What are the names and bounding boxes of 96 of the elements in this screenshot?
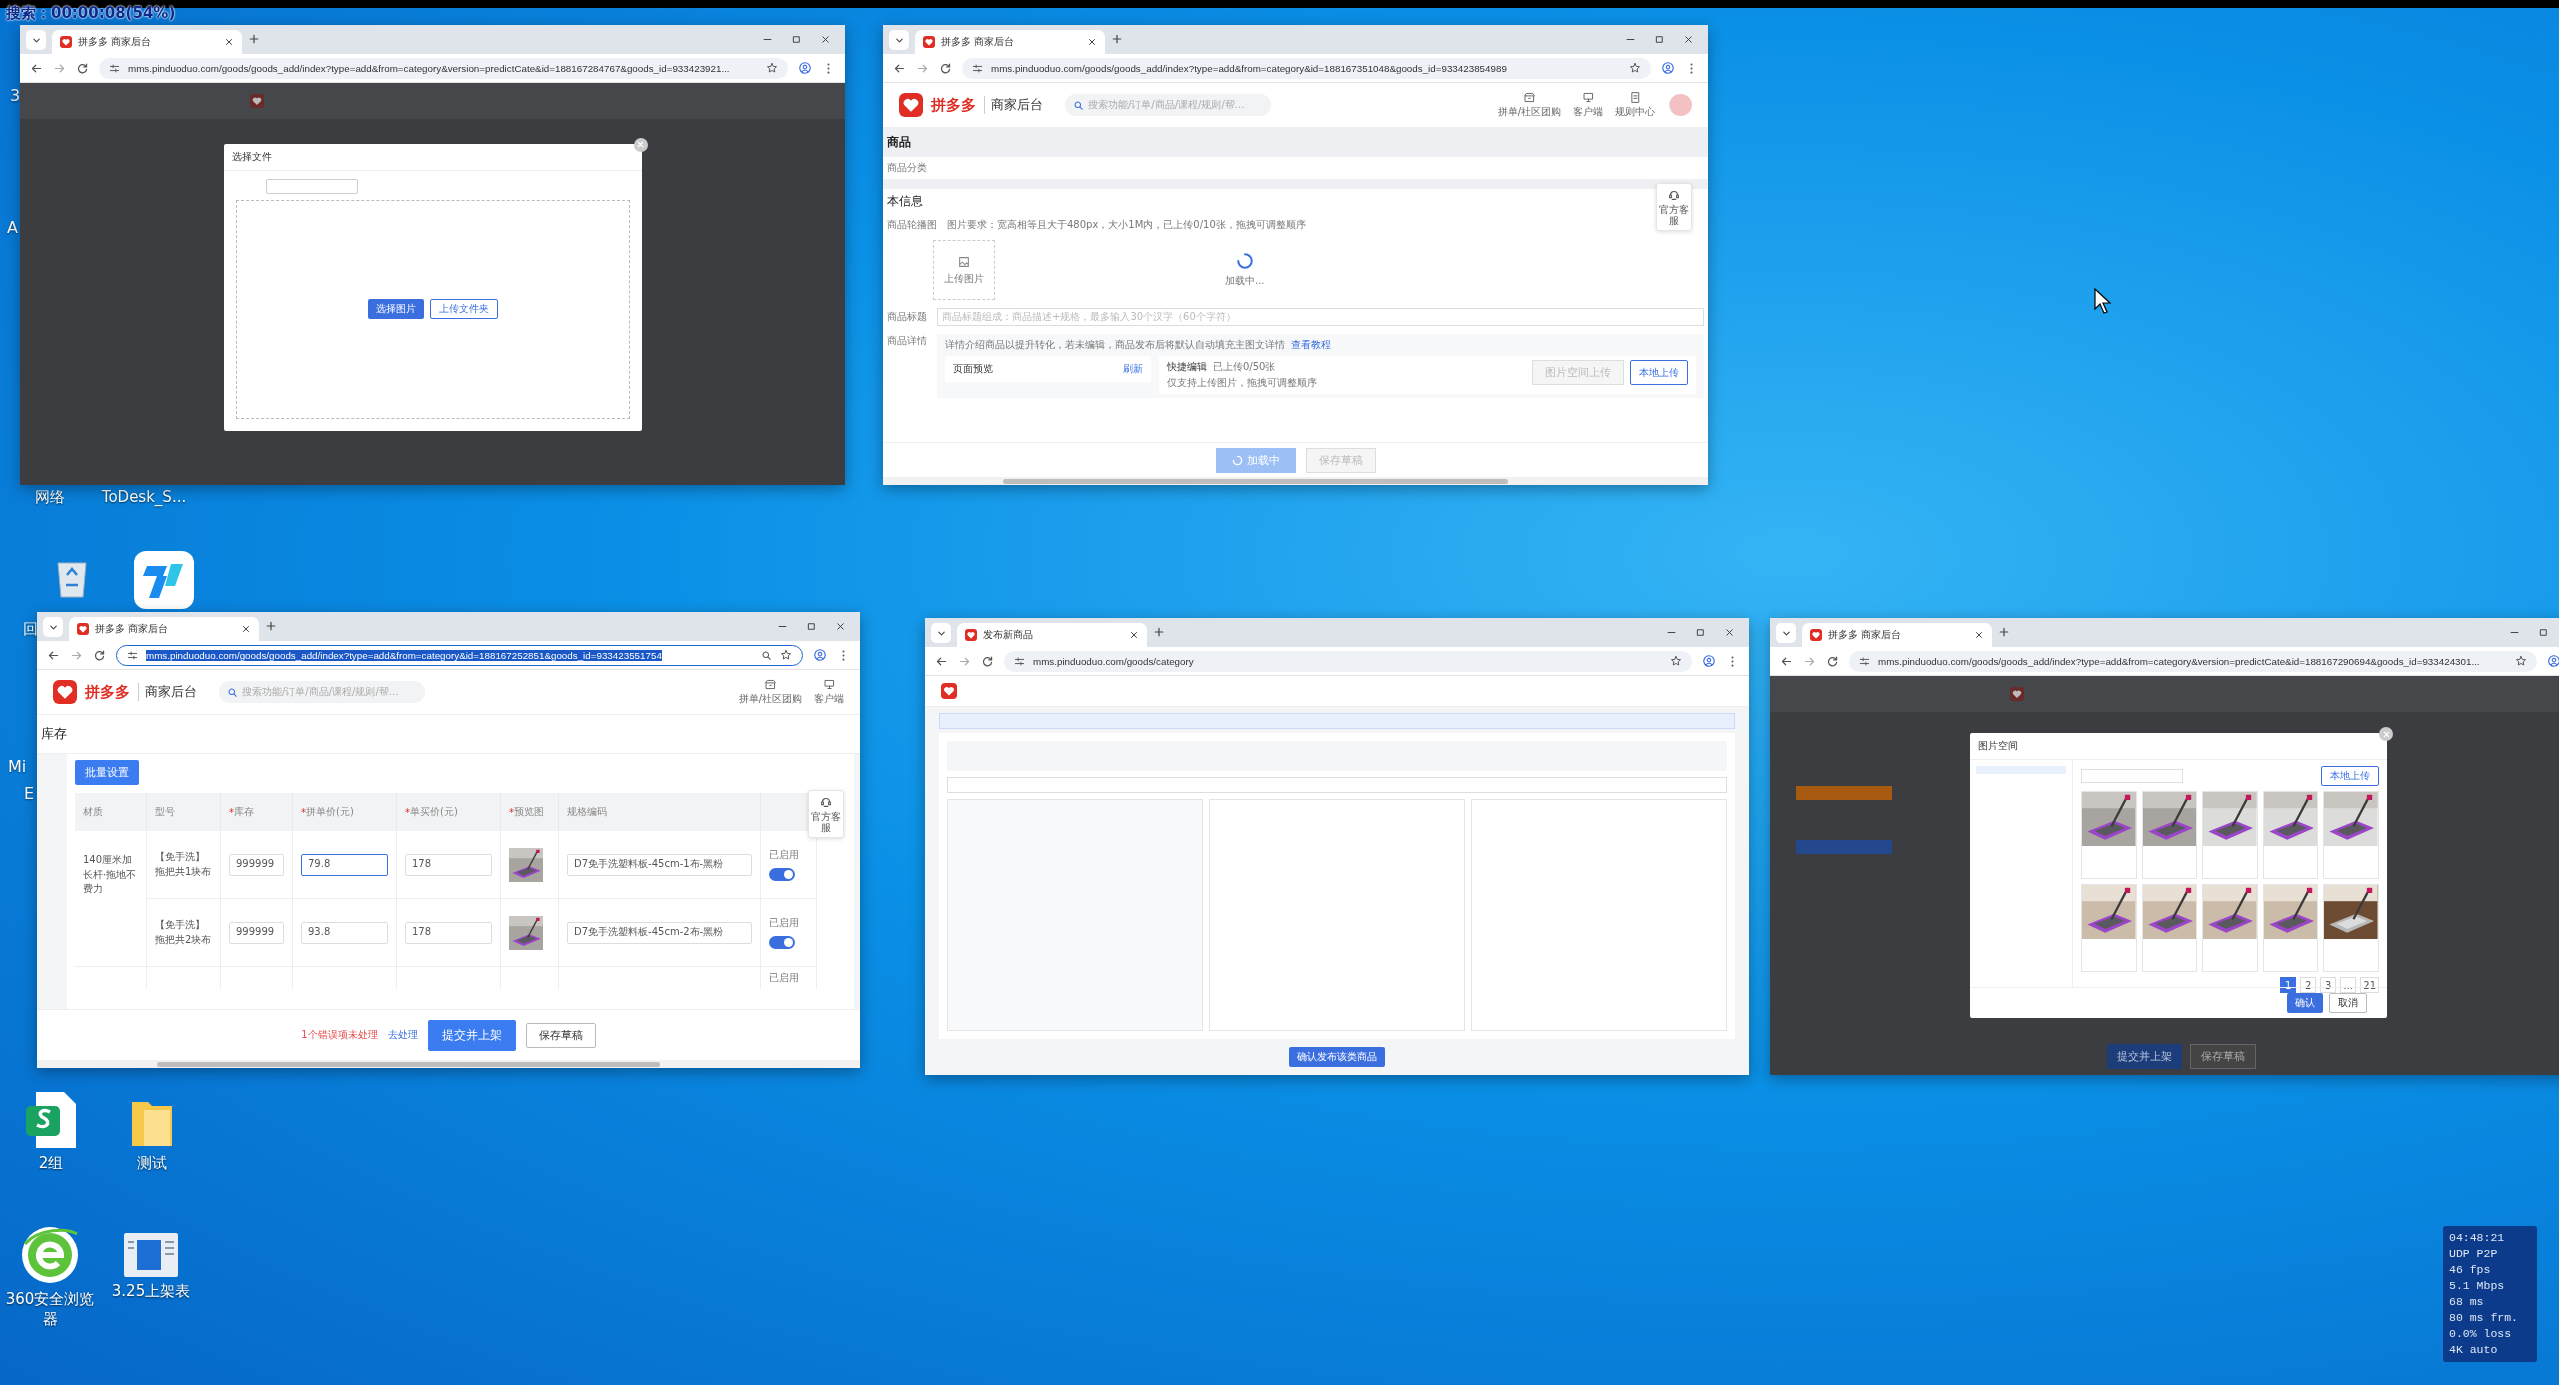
status-text: 已启用 (769, 915, 799, 930)
desktop-icon-label[interactable]: 2组 (6, 1154, 96, 1174)
header-tool[interactable]: 拼单/社区团购 (1497, 91, 1561, 119)
loading-text: 加载中... (1225, 274, 1265, 288)
column-header: *库存 (221, 793, 293, 831)
hint-text: 仅支持上传图片，拖拽可调整顺序 (1167, 376, 1317, 390)
stock-field[interactable]: 999999 (229, 853, 284, 876)
desktop-icon-label[interactable]: E (24, 784, 35, 803)
url-field[interactable]: mms.pinduoduo.com/goods/goods_add/index?type=add&from=category&version=predictCate&id=188167284767&goods_id=933423921... (99, 57, 788, 79)
save-draft-button[interactable]: 保存草稿 (525, 1022, 596, 1048)
upload-count: 已上传0/50张 (1213, 360, 1276, 374)
browser-window[interactable]: 拼多多 商家后台 mms.pinduoduo.com/goods/goods_add/index?type=add&from=category&version=predictCate&id=188167284767&goods_id=933423921... 选择文件 选择图片 上传文件夹 (20, 25, 845, 485)
local-upload-button[interactable]: 本地上传 (2321, 766, 2379, 786)
url-field[interactable]: mms.pinduoduo.com/goods/goods_add/index?type=add&from=category&id=188167351048&goods_id=933423854989 (962, 57, 1651, 79)
header-tool[interactable]: 客户端 (814, 678, 844, 706)
drop-zone[interactable]: 选择图片 上传文件夹 (235, 199, 630, 419)
stat-line: UDP P2P (2449, 1246, 2499, 1262)
status-text: 已启用 (769, 847, 799, 862)
confirm-button[interactable]: 确认 (2287, 993, 2323, 1013)
section-title: 库存 (37, 715, 860, 754)
brand-subtitle: 商家后台 (138, 683, 197, 701)
browser-tab[interactable]: 拼多多 商家后台 (1802, 623, 1992, 647)
quick-edit-title: 快捷编辑 (1167, 360, 1207, 374)
browser-tab[interactable]: 拼多多 商家后台 (52, 30, 242, 54)
hint-text: 详情介绍商品以提升转化，若未编辑，商品发布后将默认自动填充主图文详情 (945, 338, 1285, 352)
brand-name: 拼多多 (85, 682, 130, 702)
column-header: *单买价(元) (397, 793, 501, 831)
browser-tab[interactable]: 拼多多 商家后台 (915, 30, 1105, 54)
fix-link[interactable]: 去处理 (387, 1028, 418, 1042)
column-header: 材质 (75, 793, 147, 831)
desktop-icon-label[interactable]: Mi (8, 757, 27, 776)
recording-label: 搜索：00:00:08(54%) (6, 4, 176, 23)
price-field[interactable]: 178 (405, 921, 492, 944)
field-label: 商品分类 (887, 161, 927, 175)
page-title: 商品 (883, 128, 1708, 157)
column-header: *预览图 (501, 793, 559, 831)
desktop-icon-label[interactable]: A (7, 218, 18, 237)
column-header: 规格编码 (559, 793, 761, 831)
header-tool[interactable]: 拼单/社区团购 (738, 678, 802, 706)
browser-tab[interactable]: 拼多多 商家后台 (69, 617, 259, 641)
select-image-button[interactable]: 选择图片 (367, 299, 424, 319)
upload-folder-button[interactable]: 上传文件夹 (429, 299, 498, 319)
cancel-button[interactable]: 取消 (2329, 993, 2367, 1013)
brand-name: 拼多多 (931, 95, 976, 115)
price-field[interactable]: 93.8 (301, 921, 388, 944)
desktop-icon-label[interactable]: 回 (23, 620, 38, 639)
stat-line: 46 fps (2449, 1262, 2492, 1278)
submit-button[interactable]: 提交并上架 (2106, 1044, 2182, 1069)
brand-subtitle: 商家后台 (984, 96, 1043, 114)
url-field[interactable]: mms.pinduoduo.com/goods/category (1004, 650, 1692, 672)
refresh-link[interactable]: 刷新 (1123, 362, 1143, 376)
code-field[interactable]: D7免手洗塑料板-45cm-1布-黑粉 (567, 853, 752, 876)
stat-line: 0.0% loss (2449, 1326, 2513, 1342)
desktop-icon-label[interactable]: 360安全浏览器 (5, 1290, 95, 1329)
save-draft-button[interactable]: 保存草稿 (2189, 1044, 2256, 1069)
field-label: 商品标题 (887, 310, 927, 324)
table-cell: 【免手洗】拖把共2块布 (147, 899, 221, 967)
stat-line: 5.1 Mbps (2449, 1278, 2506, 1294)
column-header: 型号 (147, 793, 221, 831)
field-label: 商品详情 (887, 334, 927, 348)
stock-field[interactable]: 999999 (229, 921, 284, 944)
field-label: 商品轮播图 (887, 218, 937, 232)
column-header: *拼单价(元) (293, 793, 397, 831)
desktop-icon-label[interactable]: 网络 (5, 488, 95, 508)
header-tool[interactable]: 规则中心 (1615, 91, 1655, 119)
desktop-icon-label[interactable]: 3 (10, 86, 21, 105)
stat-line: 68 ms (2449, 1294, 2485, 1310)
preview-title: 页面预览 (953, 362, 993, 376)
browser-window[interactable]: 发布新商品 mms.pinduoduo.com/goods/category 确认发布该类商品 (925, 618, 1749, 1075)
code-field[interactable]: D7免手洗塑料板-45cm-2布-黑粉 (567, 921, 752, 944)
desktop-icon-label[interactable]: 测试 (107, 1154, 197, 1174)
price-field[interactable]: 79.8 (301, 853, 388, 876)
stat-line: 4K auto (2449, 1342, 2499, 1358)
status-text: 已启用 (769, 971, 799, 985)
url-field[interactable]: mms.pinduoduo.com/goods/goods_add/index?type=add&from=category&version=predictCate&id=188167290694&goods_id=933424301... (1849, 650, 2537, 672)
section-title: 本信息 (887, 193, 923, 210)
hint-text: 图片要求：宽高相等且大于480px，大小1M内，已上传0/10张，拖拽可调整顺序 (947, 218, 1306, 232)
service-widget[interactable]: 官方客服 (1656, 183, 1692, 231)
local-upload-button[interactable]: 本地上传 (1630, 360, 1688, 385)
submit-button[interactable]: 提交并上架 (427, 1019, 516, 1051)
batch-settings-button[interactable]: 批量设置 (75, 760, 139, 785)
tutorial-link[interactable]: 查看教程 (1291, 338, 1331, 352)
upload-box[interactable]: 上传图片 (933, 240, 995, 300)
error-message: 1个错误项未处理 (301, 1028, 378, 1042)
table-cell: 140厘米加长杆·拖地不费力 (75, 831, 147, 967)
table-cell: 【免手洗】拖把共1块布 (147, 831, 221, 899)
service-widget[interactable]: 官方客服 (808, 790, 844, 838)
confirm-category-button[interactable]: 确认发布该类商品 (1289, 1047, 1385, 1067)
desktop-icon-label[interactable]: ToDesk_S... (99, 488, 189, 508)
desktop-icon-label[interactable]: 3.25上架表 (106, 1282, 196, 1302)
url-field[interactable]: mms.pinduoduo.com/goods/goods_add/index?type=add&from=category&id=188167252851&goods_id=933423551754 (116, 644, 803, 666)
stat-line: 04:48:21 (2449, 1230, 2506, 1246)
header-tool[interactable]: 客户端 (1573, 91, 1603, 119)
stat-line: 80 ms frm. (2449, 1310, 2519, 1326)
browser-tab[interactable]: 发布新商品 (957, 623, 1147, 647)
price-field[interactable]: 178 (405, 853, 492, 876)
